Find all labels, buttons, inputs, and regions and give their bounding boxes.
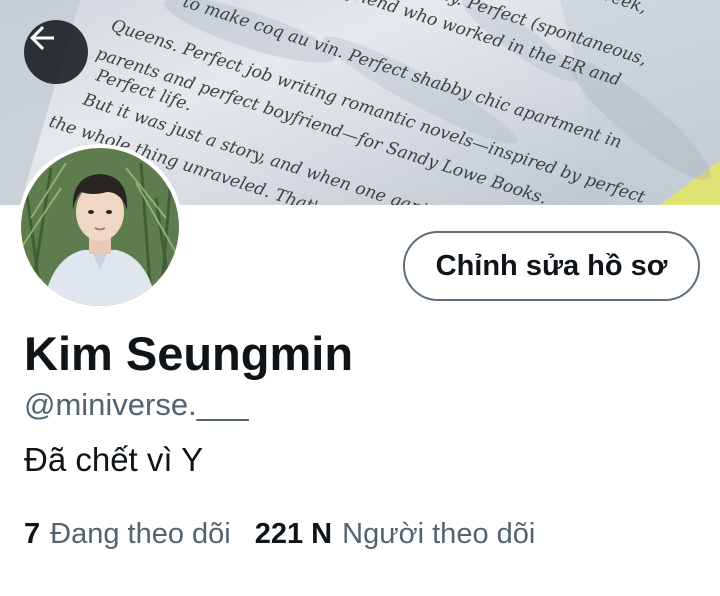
following-count: 7 bbox=[24, 518, 41, 550]
followers-count: 221 N bbox=[254, 518, 333, 550]
avatar-photo bbox=[21, 148, 179, 306]
following-link[interactable]: 7 Đang theo dõi bbox=[24, 516, 231, 552]
following-label: Đang theo dõi bbox=[50, 518, 231, 550]
display-name: Kim Seungmin bbox=[24, 327, 354, 380]
follow-stats: 7 Đang theo dõi 221 N Người theo dõi bbox=[24, 516, 535, 552]
bio: Đã chết vì Y bbox=[24, 441, 204, 478]
followers-link[interactable]: 221 N Người theo dõi bbox=[255, 516, 536, 552]
user-handle: @miniverse.___ bbox=[24, 387, 249, 422]
followers-label: Người theo dõi bbox=[342, 518, 536, 550]
avatar[interactable] bbox=[17, 144, 183, 310]
back-button[interactable] bbox=[24, 20, 88, 84]
arrow-left-icon bbox=[30, 26, 54, 50]
edit-profile-button[interactable]: Chỉnh sửa hồ sơ bbox=[403, 231, 700, 301]
